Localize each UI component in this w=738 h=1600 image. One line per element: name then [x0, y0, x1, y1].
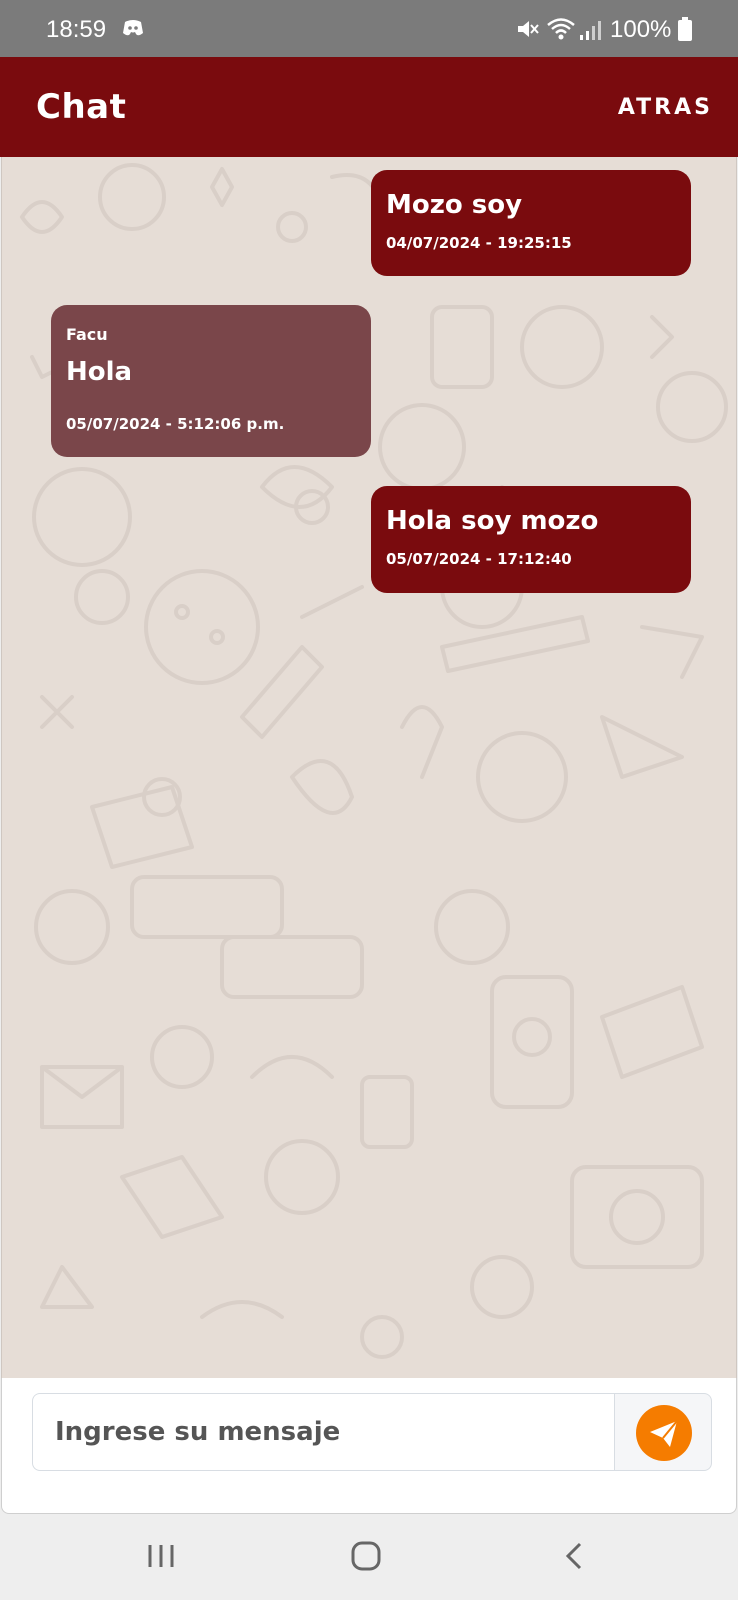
battery-icon [678, 17, 692, 41]
message-composer [1, 1378, 737, 1514]
app-header: Chat ATRAS [0, 57, 738, 157]
message-text: Mozo soy [386, 190, 523, 220]
status-bar: 18:59 100% [0, 0, 738, 57]
message-bubble-own[interactable]: Mozo soy 04/07/2024 - 19:25:15 [371, 170, 691, 276]
back-button[interactable]: ATRAS [618, 95, 713, 120]
signal-icon [580, 21, 601, 40]
message-timestamp: 05/07/2024 - 5:12:06 p.m. [66, 415, 285, 433]
message-timestamp: 05/07/2024 - 17:12:40 [386, 550, 572, 568]
discord-icon [123, 20, 143, 36]
message-timestamp: 04/07/2024 - 19:25:15 [386, 234, 572, 252]
system-nav-bar [0, 1514, 738, 1600]
wifi-icon [547, 18, 575, 40]
battery-percentage: 100% [610, 16, 672, 43]
chat-messages-area[interactable]: Mozo soy 04/07/2024 - 19:25:15 Facu Hola… [1, 157, 737, 1378]
mute-icon [518, 21, 539, 37]
back-icon[interactable] [564, 1541, 584, 1571]
message-sender: Facu [66, 325, 108, 344]
message-input[interactable] [32, 1393, 614, 1471]
page-title: Chat [36, 87, 127, 127]
send-icon [636, 1405, 692, 1461]
recent-apps-icon[interactable] [146, 1542, 176, 1570]
send-button[interactable] [614, 1393, 712, 1471]
home-icon[interactable] [350, 1540, 382, 1572]
message-bubble-own[interactable]: Hola soy mozo 05/07/2024 - 17:12:40 [371, 486, 691, 593]
message-bubble-other[interactable]: Facu Hola 05/07/2024 - 5:12:06 p.m. [51, 305, 371, 457]
message-text: Hola soy mozo [386, 506, 599, 536]
status-time: 18:59 [46, 16, 107, 43]
message-text: Hola [66, 357, 133, 387]
